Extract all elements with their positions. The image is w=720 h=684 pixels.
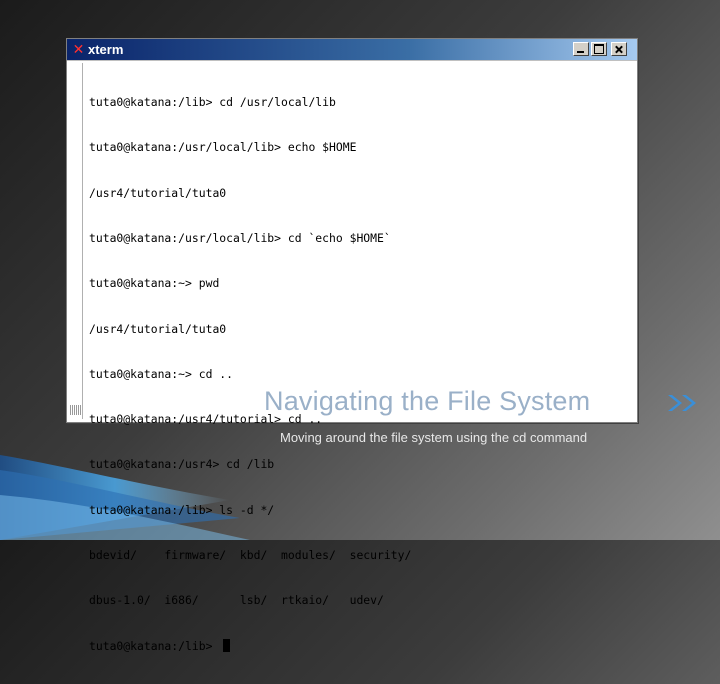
slide-subtitle: Moving around the file system using the … <box>280 430 588 445</box>
maximize-button[interactable] <box>591 42 607 56</box>
terminal-output[interactable]: tuta0@katana:/lib> cd /usr/local/lib tut… <box>89 65 629 652</box>
terminal-line: tuta0@katana:/usr/local/lib> cd `echo $H… <box>89 231 391 246</box>
double-chevron-icon <box>668 395 696 411</box>
window-title: xterm <box>88 42 124 57</box>
scrollbar[interactable] <box>69 63 83 419</box>
terminal-line: tuta0@katana:/lib> cd /usr/local/lib <box>89 95 336 110</box>
presentation-slide: ✕ xterm tuta0@katana:/lib> cd /usr/local… <box>0 0 720 653</box>
slide-title: Navigating the File System <box>264 386 591 416</box>
title-bar[interactable]: ✕ xterm <box>67 39 637 61</box>
terminal-line: /usr4/tutorial/tuta0 <box>89 185 227 200</box>
terminal-line: tuta0@katana:/lib> ls -d */ <box>89 502 275 517</box>
terminal-line: tuta0@katana:/usr4> cd /lib <box>89 457 275 472</box>
terminal-line: dbus-1.0/ i686/ lsb/ rtkaio/ udev/ <box>89 593 384 608</box>
xterm-window[interactable]: ✕ xterm tuta0@katana:/lib> cd /usr/local… <box>66 38 638 653</box>
terminal-line: tuta0@katana:~> pwd <box>89 276 220 291</box>
terminal-line: /usr4/tutorial/tuta0 <box>89 321 227 336</box>
terminal-prompt-line[interactable]: tuta0@katana:/lib> <box>89 638 629 654</box>
resize-grip-icon[interactable] <box>70 405 81 415</box>
terminal-line: tuta0@katana:~> cd .. <box>89 366 234 381</box>
minimize-button[interactable] <box>573 42 589 56</box>
terminal-prompt: tuta0@katana:/lib> <box>89 638 220 653</box>
xterm-icon: ✕ <box>72 42 85 58</box>
terminal-line: tuta0@katana:/usr/local/lib> echo $HOME <box>89 140 357 155</box>
text-cursor <box>223 638 231 652</box>
terminal-line: bdevid/ firmware/ kbd/ modules/ security… <box>89 548 412 562</box>
close-button[interactable] <box>611 42 627 56</box>
